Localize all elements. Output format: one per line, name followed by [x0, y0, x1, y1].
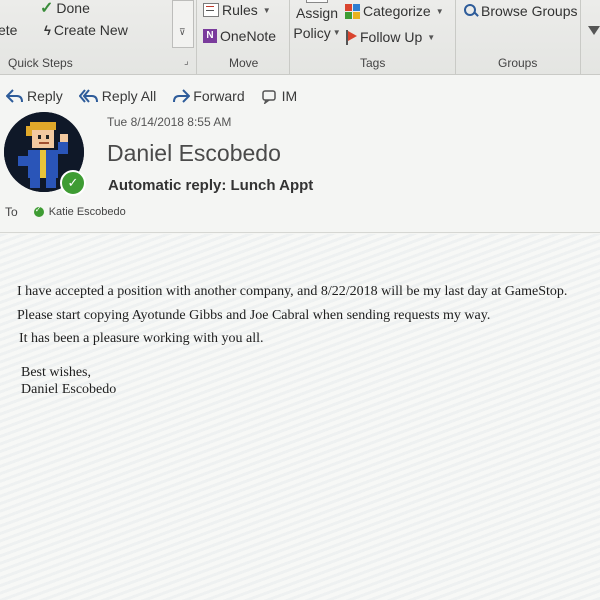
quick-steps-group-label: Quick Steps — [8, 56, 73, 70]
reply-button[interactable]: Reply — [6, 88, 63, 104]
message-subject: Automatic reply: Lunch Appt — [108, 177, 314, 194]
onenote-button[interactable]: N OneNote — [203, 28, 276, 44]
quick-steps-scrollbar[interactable]: ⊽ — [172, 0, 194, 48]
chevron-down-icon: ▼ — [332, 28, 341, 37]
categorize-button[interactable]: Categorize ▼ — [345, 3, 444, 19]
dialog-launcher-icon[interactable]: ⌟ — [184, 56, 189, 67]
body-line: It has been a pleasure working with you … — [19, 331, 264, 346]
signature-line: Best wishes, — [21, 365, 91, 380]
sender-name[interactable]: Daniel Escobedo — [107, 140, 281, 167]
filter-icon[interactable] — [588, 26, 600, 35]
header-divider — [0, 232, 600, 233]
recipient-presence-icon — [33, 205, 44, 217]
recipient-name[interactable]: Katie Escobedo — [49, 206, 126, 218]
message-actions: Reply Reply All Forward IM — [0, 84, 600, 108]
chevron-down-icon: ▼ — [427, 32, 436, 42]
ribbon: ete ✓ Done ϟ Create New ⊽ Quick Steps ⌟ … — [0, 0, 600, 75]
tags-group: Assign Policy ▼ Categorize ▼ Follow Up ▼ — [290, 0, 455, 74]
body-line: I have accepted a position with another … — [17, 284, 568, 299]
message-date: Tue 8/14/2018 8:55 AM — [107, 115, 232, 129]
quick-steps-group: ete ✓ Done ϟ Create New ⊽ Quick Steps ⌟ — [0, 0, 196, 74]
search-icon — [464, 4, 479, 18]
assign-policy-button[interactable]: Assign Policy ▼ — [293, 0, 341, 43]
flag-icon — [345, 29, 357, 45]
follow-up-button[interactable]: Follow Up ▼ — [345, 29, 435, 45]
reply-all-icon — [78, 89, 98, 103]
chevron-down-icon: ▼ — [262, 5, 271, 15]
lightning-icon: ϟ — [44, 22, 51, 38]
message-body: I have accepted a position with another … — [0, 234, 600, 600]
move-group: Rules ▼ N OneNote Move — [197, 0, 289, 74]
ribbon-divider — [580, 0, 581, 74]
quick-step-partial[interactable]: ete — [0, 22, 17, 38]
recipients-row: To Katie Escobedo — [5, 204, 126, 220]
categorize-icon — [345, 3, 360, 19]
browse-groups-button[interactable]: Browse Groups — [464, 3, 577, 19]
quick-step-done[interactable]: ✓ Done — [40, 0, 90, 18]
onenote-icon: N — [203, 29, 217, 43]
forward-button[interactable]: Forward — [172, 88, 245, 104]
to-label: To — [5, 205, 18, 219]
reply-icon — [6, 89, 23, 103]
forward-icon — [173, 89, 191, 103]
groups-group-label: Groups — [498, 56, 538, 70]
reply-all-button[interactable]: Reply All — [78, 88, 156, 104]
im-icon — [261, 90, 276, 104]
chevron-down-icon: ▼ — [435, 6, 444, 16]
quick-step-create-new[interactable]: ϟ Create New — [44, 22, 128, 38]
body-line: Please start copying Ayotunde Gibbs and … — [17, 308, 491, 323]
rules-icon — [203, 3, 219, 17]
im-button[interactable]: IM — [261, 88, 297, 104]
checkmark-icon: ✓ — [40, 0, 54, 17]
more-icon: ⊽ — [179, 27, 186, 37]
groups-group: Browse Groups Groups — [456, 0, 580, 74]
signature-line: Daniel Escobedo — [21, 382, 117, 397]
rules-button[interactable]: Rules ▼ — [203, 2, 271, 18]
move-group-label: Move — [229, 56, 259, 70]
presence-available-icon: ✓ — [60, 170, 86, 196]
tags-group-label: Tags — [360, 56, 386, 70]
